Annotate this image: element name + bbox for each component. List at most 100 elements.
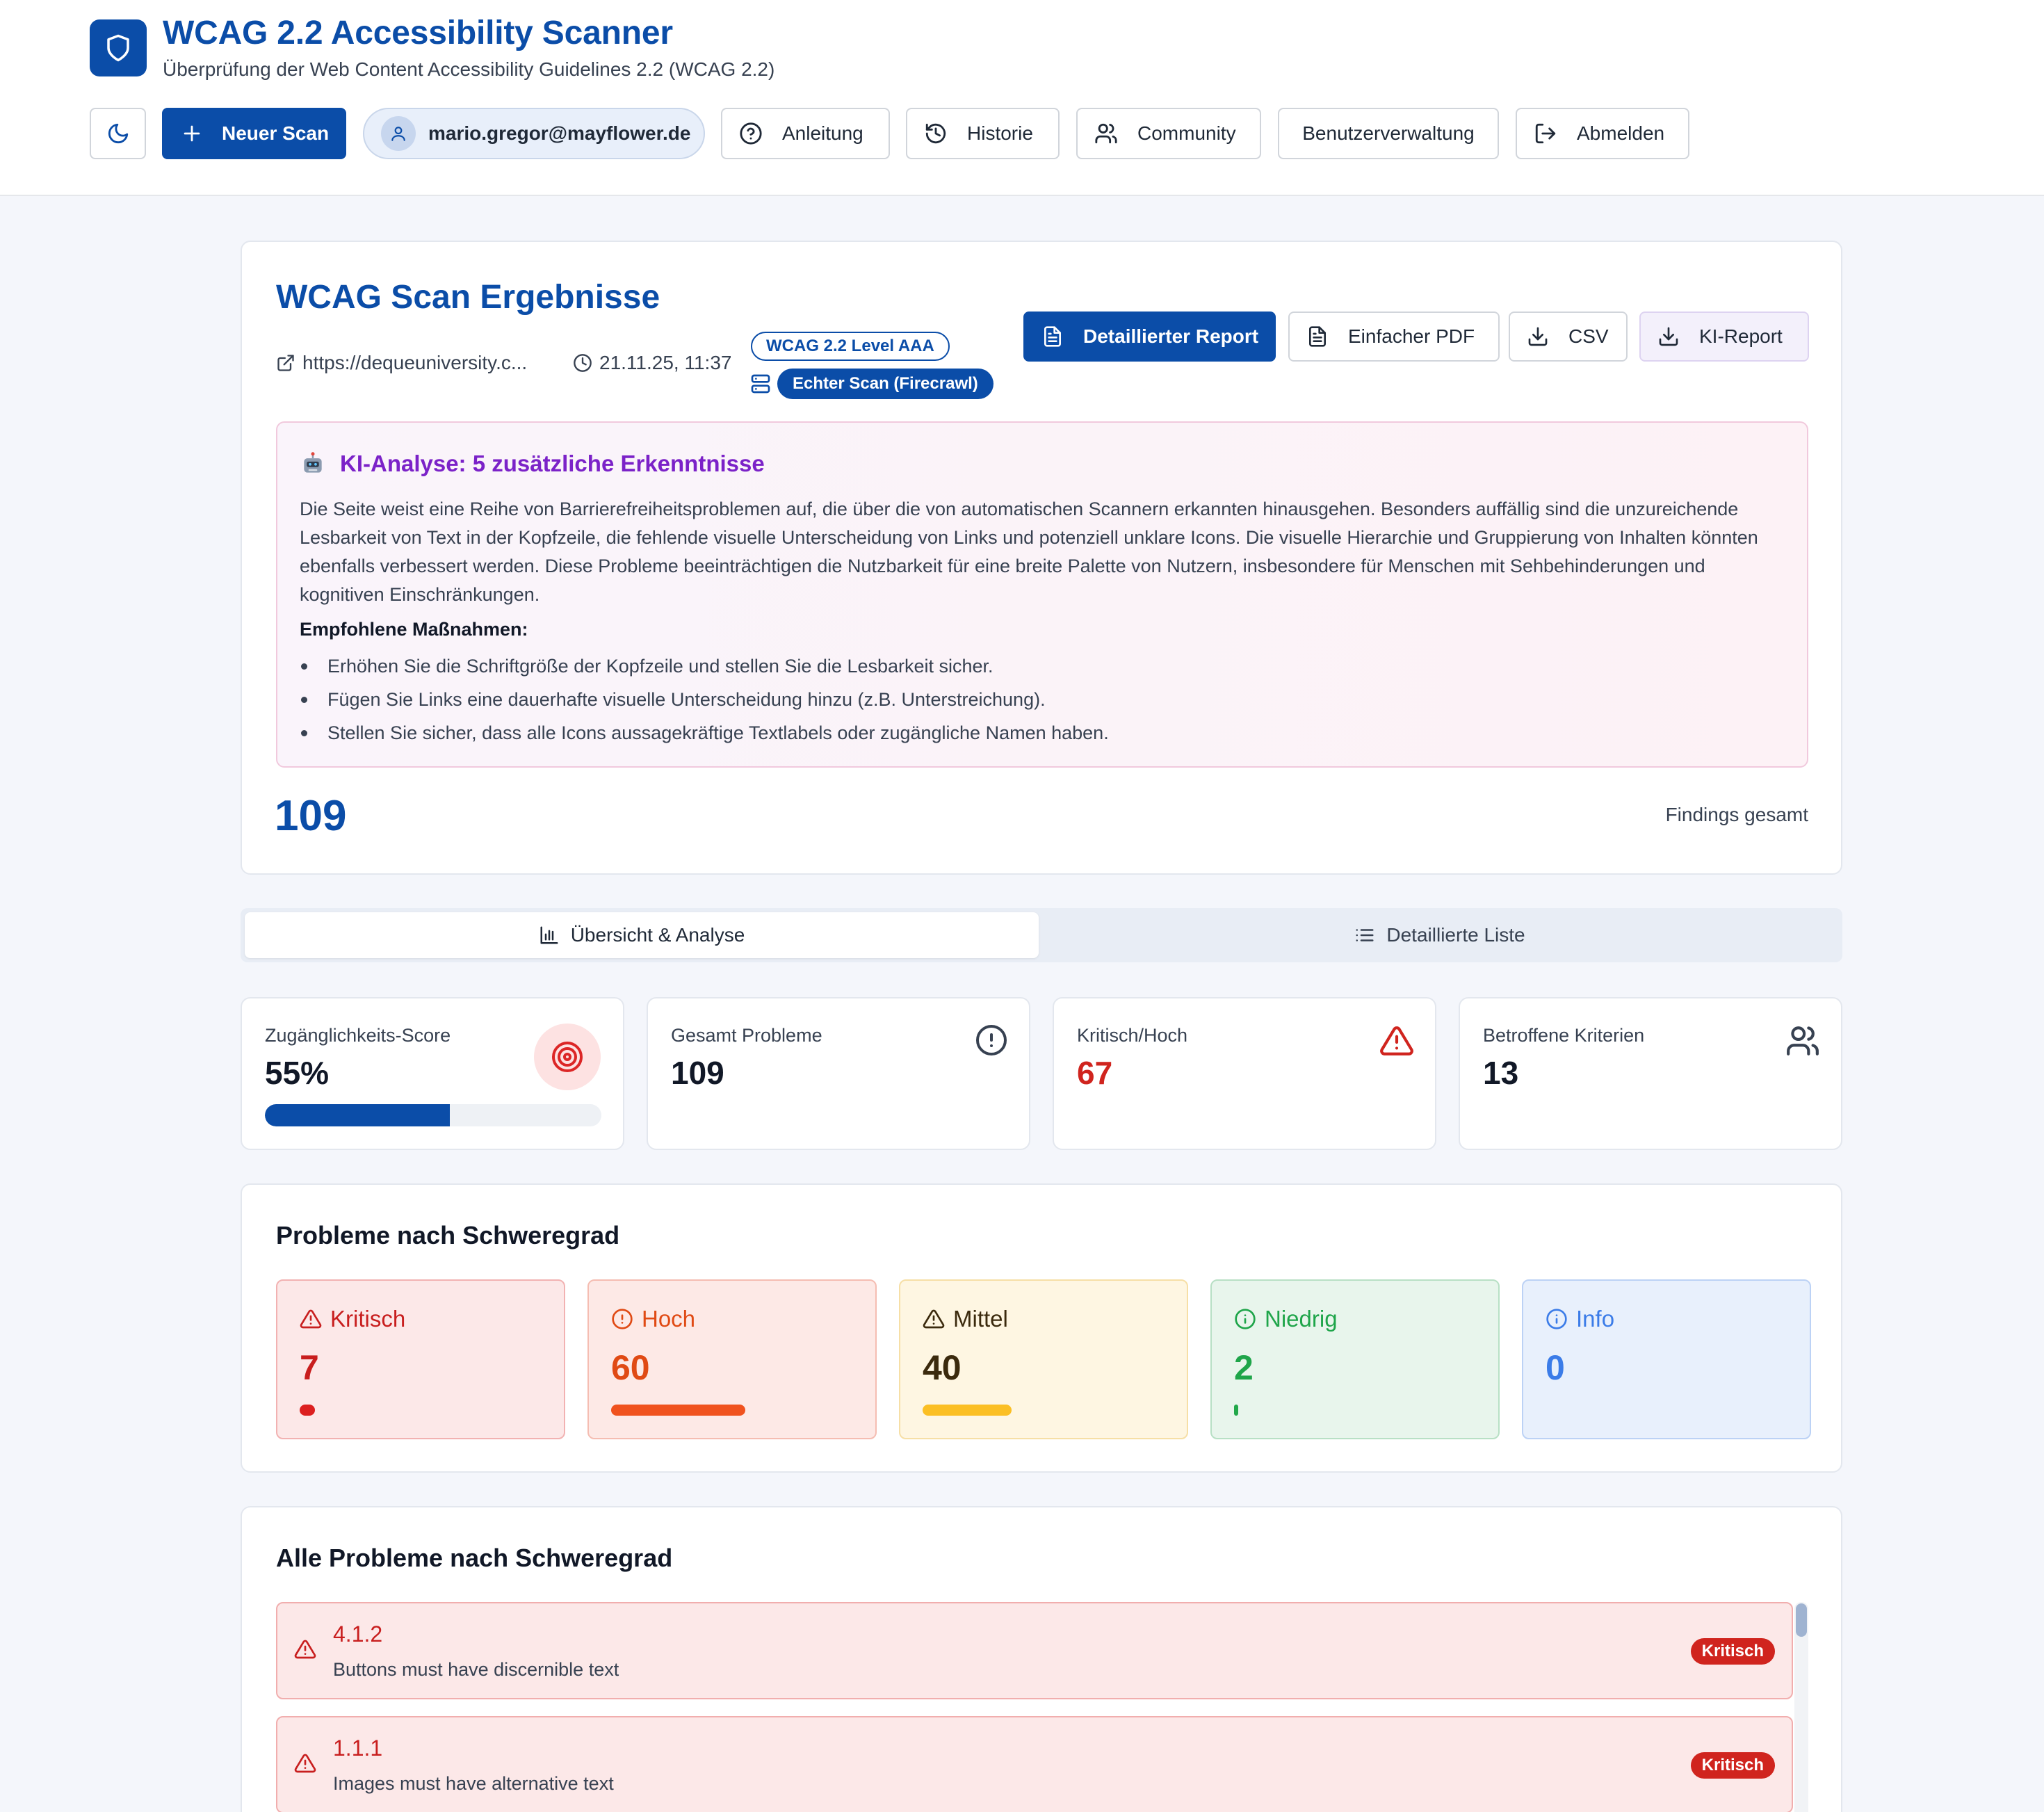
recommendation-item: Stellen Sie sicher, dass alle Icons auss… (300, 716, 1109, 750)
scanned-url: https://dequeuniversity.c... (302, 352, 528, 373)
tab-detailed-list-label: Detaillierte Liste (1386, 924, 1525, 946)
detailed-report-button[interactable]: Detaillierter Report (1023, 312, 1276, 362)
guide-button[interactable]: Anleitung (721, 108, 890, 159)
alert-circle-icon (611, 1308, 633, 1330)
severity-low[interactable]: Niedrig 2 (1210, 1279, 1500, 1439)
list-icon (1354, 925, 1375, 946)
alert-triangle-icon (1379, 1024, 1414, 1058)
all-problems-card: Alle Probleme nach Schweregrad 4.1.2 But… (241, 1506, 1842, 1812)
csv-label: CSV (1568, 325, 1609, 347)
app-subtitle: Überprüfung der Web Content Accessibilit… (163, 58, 775, 80)
score-label: Zugänglichkeits-Score (265, 1025, 451, 1046)
plus-icon (180, 122, 204, 145)
help-circle-icon (739, 122, 763, 145)
scan-type: Echter Scan (Firecrawl) (749, 369, 993, 399)
user-account-button[interactable]: mario.gregor@mayflower.de (363, 108, 705, 159)
severity-info-label: Info (1576, 1306, 1615, 1332)
file-text-icon (1306, 325, 1329, 348)
total-problems-label: Gesamt Probleme (671, 1025, 822, 1046)
score-progress-fill (265, 1104, 451, 1126)
severity-critical-head: Kritisch (300, 1306, 405, 1332)
list-item[interactable]: 4.1.2 Buttons must have discernible text… (276, 1602, 1793, 1699)
user-icon (381, 116, 416, 151)
logout-button[interactable]: Abmelden (1516, 108, 1689, 159)
severity-high[interactable]: Hoch 60 (587, 1279, 877, 1439)
users-icon (1094, 122, 1118, 145)
severity-low-count: 2 (1234, 1348, 1254, 1387)
user-management-button[interactable]: Benutzerverwaltung (1278, 108, 1499, 159)
shield-icon (90, 19, 147, 76)
logout-label: Abmelden (1577, 122, 1665, 144)
user-management-label: Benutzerverwaltung (1302, 122, 1475, 144)
community-button[interactable]: Community (1076, 108, 1261, 159)
severity-low-label: Niedrig (1265, 1306, 1338, 1332)
affected-criteria-value: 13 (1483, 1055, 1519, 1091)
severity-critical[interactable]: Kritisch 7 (276, 1279, 565, 1439)
history-button[interactable]: Historie (906, 108, 1060, 159)
severity-critical-bar (300, 1405, 315, 1416)
server-icon (749, 373, 772, 395)
ai-analysis-text: Die Seite weist eine Reihe von Barrieref… (300, 499, 1758, 605)
severity-medium-bar (923, 1405, 1012, 1416)
critical-high-value: 67 (1077, 1055, 1113, 1091)
community-label: Community (1137, 122, 1236, 144)
theme-toggle-button[interactable] (90, 108, 146, 159)
severity-medium-label: Mittel (953, 1306, 1008, 1332)
severity-badge: Kritisch (1690, 1752, 1775, 1779)
critical-high-label: Kritisch/Hoch (1077, 1025, 1188, 1046)
severity-critical-count: 7 (300, 1348, 319, 1387)
severity-info[interactable]: Info 0 (1522, 1279, 1811, 1439)
total-problems-value: 109 (671, 1055, 724, 1091)
severity-high-label: Hoch (642, 1306, 696, 1332)
simple-pdf-label: Einfacher PDF (1348, 325, 1475, 347)
total-findings-label: Findings gesamt (1665, 804, 1808, 825)
score-progress-track (265, 1104, 601, 1126)
target-icon (534, 1024, 601, 1090)
ai-analysis-title: KI-Analyse: 5 zusätzliche Erkenntnisse (300, 451, 765, 477)
severity-info-count: 0 (1546, 1348, 1565, 1387)
severity-critical-label: Kritisch (330, 1306, 406, 1332)
ai-report-button[interactable]: KI-Report (1639, 312, 1809, 362)
download-icon (1657, 325, 1680, 348)
user-email: mario.gregor@mayflower.de (428, 122, 691, 144)
ai-analysis-title-text: KI-Analyse: 5 zusätzliche Erkenntnisse (340, 451, 765, 476)
results-title: WCAG Scan Ergebnisse (276, 279, 660, 316)
wcag-level-badge: WCAG 2.2 Level AAA (751, 332, 950, 361)
tab-detailed-list[interactable]: Detaillierte Liste (1041, 912, 1838, 958)
view-tabs: Übersicht & Analyse Detaillierte Liste (241, 908, 1842, 962)
info-icon (1546, 1308, 1568, 1330)
simple-pdf-button[interactable]: Einfacher PDF (1288, 312, 1500, 362)
issue-criterion: 4.1.2 (333, 1621, 383, 1647)
list-item[interactable]: 1.1.1 Images must have alternative text … (276, 1716, 1793, 1812)
scanned-url-link[interactable]: https://dequeuniversity.c... (276, 352, 527, 374)
severity-medium[interactable]: Mittel 40 (899, 1279, 1188, 1439)
problems-scrollbar-thumb[interactable] (1796, 1603, 1807, 1637)
severity-medium-head: Mittel (923, 1306, 1008, 1332)
new-scan-button[interactable]: Neuer Scan (162, 108, 346, 159)
affected-criteria-card: Betroffene Kriterien 13 (1459, 997, 1842, 1150)
critical-high-card: Kritisch/Hoch 67 (1053, 997, 1436, 1150)
severity-high-bar (611, 1405, 745, 1416)
tab-overview[interactable]: Übersicht & Analyse (245, 912, 1039, 958)
severity-title: Probleme nach Schweregrad (276, 1221, 620, 1249)
csv-export-button[interactable]: CSV (1509, 312, 1628, 362)
scan-timestamp: 21.11.25, 11:37 (573, 352, 731, 374)
accessibility-score-card: Zugänglichkeits-Score 55% (241, 997, 624, 1150)
recommendations-title: Empfohlene Maßnahmen: (300, 619, 528, 640)
total-problems-card: Gesamt Probleme 109 (647, 997, 1030, 1150)
score-value: 55% (265, 1055, 330, 1091)
alert-triangle-icon (300, 1308, 322, 1330)
severity-low-bar (1234, 1405, 1238, 1416)
new-scan-label: Neuer Scan (222, 122, 330, 144)
scan-type-badge: Echter Scan (Firecrawl) (777, 369, 993, 399)
users-icon (1785, 1024, 1820, 1058)
robot-icon (300, 451, 326, 477)
severity-medium-count: 40 (923, 1348, 962, 1387)
affected-criteria-label: Betroffene Kriterien (1483, 1025, 1645, 1046)
alert-circle-icon (975, 1024, 1008, 1057)
scan-timestamp-text: 21.11.25, 11:37 (599, 352, 732, 373)
ai-analysis-panel: KI-Analyse: 5 zusätzliche Erkenntnisse D… (276, 421, 1808, 768)
detailed-report-label: Detaillierter Report (1083, 325, 1259, 347)
issue-description: Images must have alternative text (333, 1773, 614, 1794)
severity-high-count: 60 (611, 1348, 650, 1387)
